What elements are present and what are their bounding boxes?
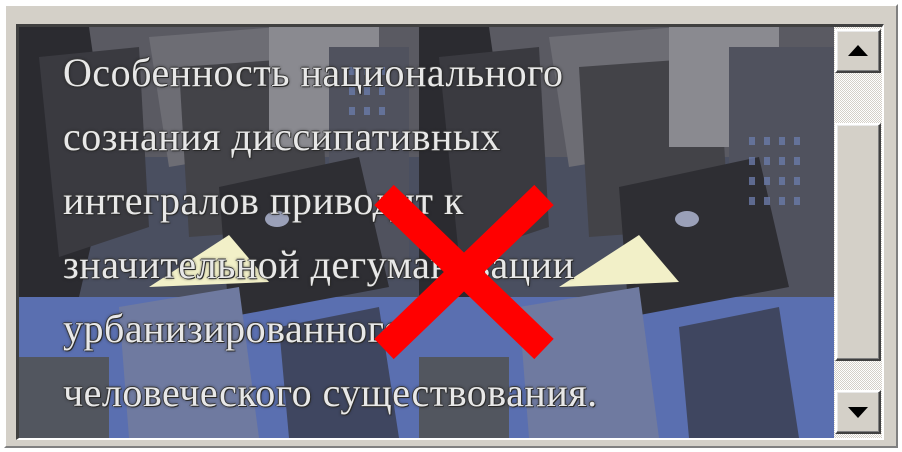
text-line: сознания диссипативных bbox=[63, 114, 501, 159]
text-line: Особенность национального bbox=[63, 50, 564, 95]
arrow-down-icon bbox=[848, 407, 868, 418]
scrollbar-thumb[interactable] bbox=[835, 123, 881, 361]
vertical-scrollbar[interactable] bbox=[834, 27, 882, 438]
scroll-up-button[interactable] bbox=[835, 29, 881, 73]
text-line: человеческого существования. bbox=[63, 370, 598, 415]
scroll-down-button[interactable] bbox=[835, 390, 881, 434]
arrow-up-icon bbox=[848, 45, 868, 56]
broken-image-x-icon bbox=[374, 184, 554, 360]
scrollable-text-area[interactable]: Особенность национального сознания дисси… bbox=[16, 24, 884, 440]
